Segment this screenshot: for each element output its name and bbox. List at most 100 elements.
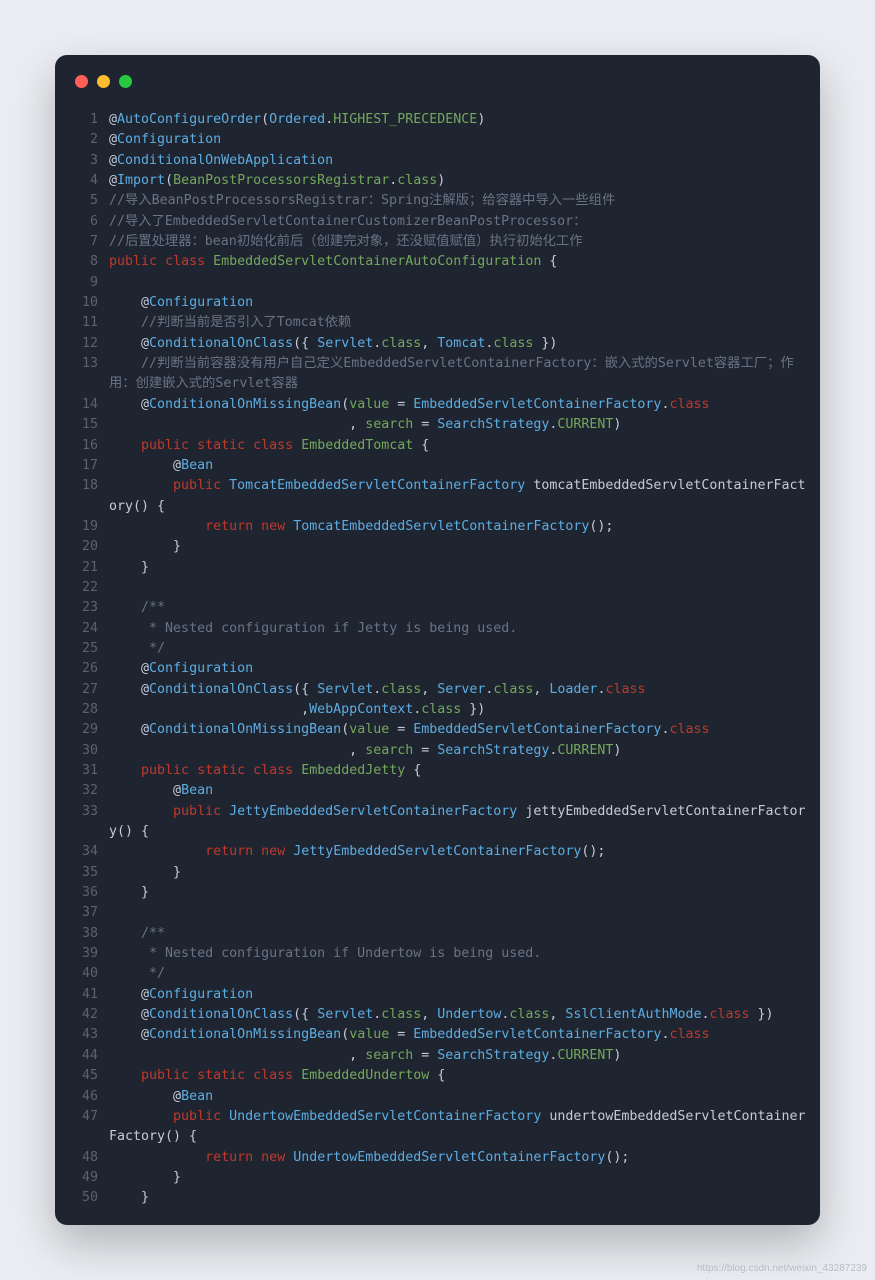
- code-line: 39 * Nested configuration if Undertow is…: [61, 944, 810, 964]
- line-source: public UndertowEmbeddedServletContainerF…: [109, 1107, 810, 1148]
- line-source: @ConditionalOnClass({ Servlet.class, Und…: [109, 1005, 810, 1025]
- line-source: }: [109, 537, 810, 557]
- minimize-icon[interactable]: [97, 75, 110, 88]
- line-number: 41: [61, 985, 109, 1005]
- code-line: 6//导入了EmbeddedServletContainerCustomizer…: [61, 212, 810, 232]
- code-line: 11 //判断当前是否引入了Tomcat依赖: [61, 313, 810, 333]
- code-line: 33 public JettyEmbeddedServletContainerF…: [61, 802, 810, 843]
- line-number: 48: [61, 1148, 109, 1168]
- code-line: 35 }: [61, 863, 810, 883]
- close-icon[interactable]: [75, 75, 88, 88]
- line-number: 26: [61, 659, 109, 679]
- code-line: 1@AutoConfigureOrder(Ordered.HIGHEST_PRE…: [61, 110, 810, 130]
- line-source: @AutoConfigureOrder(Ordered.HIGHEST_PREC…: [109, 110, 810, 130]
- line-number: 24: [61, 619, 109, 639]
- line-number: 21: [61, 558, 109, 578]
- line-source: @ConditionalOnMissingBean(value = Embedd…: [109, 395, 810, 415]
- line-number: 9: [61, 273, 109, 293]
- line-number: 43: [61, 1025, 109, 1045]
- line-source: @Bean: [109, 1087, 810, 1107]
- code-line: 20 }: [61, 537, 810, 557]
- line-source: [109, 578, 810, 598]
- line-number: 47: [61, 1107, 109, 1148]
- line-number: 2: [61, 130, 109, 150]
- line-source: @Configuration: [109, 659, 810, 679]
- line-source: * Nested configuration if Jetty is being…: [109, 619, 810, 639]
- line-number: 6: [61, 212, 109, 232]
- code-line: 34 return new JettyEmbeddedServletContai…: [61, 842, 810, 862]
- line-source: }: [109, 1188, 810, 1208]
- line-number: 44: [61, 1046, 109, 1066]
- code-line: 31 public static class EmbeddedJetty {: [61, 761, 810, 781]
- line-number: 5: [61, 191, 109, 211]
- line-source: @ConditionalOnWebApplication: [109, 151, 810, 171]
- line-number: 11: [61, 313, 109, 333]
- line-number: 13: [61, 354, 109, 395]
- line-number: 42: [61, 1005, 109, 1025]
- line-number: 45: [61, 1066, 109, 1086]
- line-source: ,WebAppContext.class }): [109, 700, 810, 720]
- line-number: 30: [61, 741, 109, 761]
- line-number: 17: [61, 456, 109, 476]
- code-line: 46 @Bean: [61, 1087, 810, 1107]
- line-source: , search = SearchStrategy.CURRENT): [109, 741, 810, 761]
- line-number: 12: [61, 334, 109, 354]
- line-number: 4: [61, 171, 109, 191]
- code-line: 47 public UndertowEmbeddedServletContain…: [61, 1107, 810, 1148]
- code-line: 12 @ConditionalOnClass({ Servlet.class, …: [61, 334, 810, 354]
- line-source: /**: [109, 924, 810, 944]
- line-source: //判断当前是否引入了Tomcat依赖: [109, 313, 810, 333]
- line-source: public JettyEmbeddedServletContainerFact…: [109, 802, 810, 843]
- code-line: 26 @Configuration: [61, 659, 810, 679]
- line-source: @Configuration: [109, 130, 810, 150]
- code-line: 17 @Bean: [61, 456, 810, 476]
- code-line: 45 public static class EmbeddedUndertow …: [61, 1066, 810, 1086]
- line-number: 46: [61, 1087, 109, 1107]
- line-source: /**: [109, 598, 810, 618]
- line-number: 40: [61, 964, 109, 984]
- line-source: [109, 273, 810, 293]
- code-line: 27 @ConditionalOnClass({ Servlet.class, …: [61, 680, 810, 700]
- line-source: @Configuration: [109, 985, 810, 1005]
- line-number: 38: [61, 924, 109, 944]
- code-line: 44 , search = SearchStrategy.CURRENT): [61, 1046, 810, 1066]
- code-line: 7//后置处理器：bean初始化前后（创建完对象，还没赋值赋值）执行初始化工作: [61, 232, 810, 252]
- code-line: 49 }: [61, 1168, 810, 1188]
- code-line: 21 }: [61, 558, 810, 578]
- zoom-icon[interactable]: [119, 75, 132, 88]
- line-number: 22: [61, 578, 109, 598]
- line-source: @Import(BeanPostProcessorsRegistrar.clas…: [109, 171, 810, 191]
- line-number: 7: [61, 232, 109, 252]
- code-line: 23 /**: [61, 598, 810, 618]
- line-number: 34: [61, 842, 109, 862]
- line-number: 25: [61, 639, 109, 659]
- line-number: 50: [61, 1188, 109, 1208]
- line-source: }: [109, 883, 810, 903]
- line-source: }: [109, 1168, 810, 1188]
- code-line: 3@ConditionalOnWebApplication: [61, 151, 810, 171]
- line-source: }: [109, 863, 810, 883]
- line-source: //后置处理器：bean初始化前后（创建完对象，还没赋值赋值）执行初始化工作: [109, 232, 810, 252]
- code-line: 24 * Nested configuration if Jetty is be…: [61, 619, 810, 639]
- line-number: 1: [61, 110, 109, 130]
- line-number: 10: [61, 293, 109, 313]
- line-number: 39: [61, 944, 109, 964]
- line-number: 14: [61, 395, 109, 415]
- code-line: 32 @Bean: [61, 781, 810, 801]
- line-source: public static class EmbeddedTomcat {: [109, 436, 810, 456]
- line-number: 33: [61, 802, 109, 843]
- code-line: 40 */: [61, 964, 810, 984]
- line-source: public static class EmbeddedJetty {: [109, 761, 810, 781]
- code-line: 48 return new UndertowEmbeddedServletCon…: [61, 1148, 810, 1168]
- code-line: 19 return new TomcatEmbeddedServletConta…: [61, 517, 810, 537]
- code-line: 4@Import(BeanPostProcessorsRegistrar.cla…: [61, 171, 810, 191]
- line-source: [109, 903, 810, 923]
- code-line: 2@Configuration: [61, 130, 810, 150]
- line-source: public static class EmbeddedUndertow {: [109, 1066, 810, 1086]
- code-line: 38 /**: [61, 924, 810, 944]
- code-line: 22: [61, 578, 810, 598]
- code-line: 18 public TomcatEmbeddedServletContainer…: [61, 476, 810, 517]
- line-source: public TomcatEmbeddedServletContainerFac…: [109, 476, 810, 517]
- line-source: */: [109, 964, 810, 984]
- code-line: 30 , search = SearchStrategy.CURRENT): [61, 741, 810, 761]
